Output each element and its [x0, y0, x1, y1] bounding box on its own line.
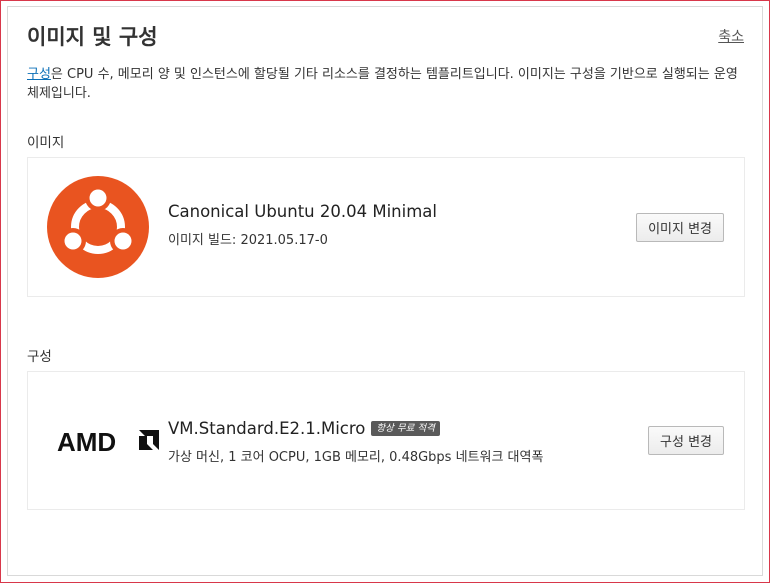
shape-name-row: VM.Standard.E2.1.Micro 항상 무료 적격: [168, 419, 440, 438]
change-image-button[interactable]: 이미지 변경: [636, 213, 724, 242]
panel-title: 이미지 및 구성: [27, 25, 158, 49]
shape-section-label: 구성: [27, 349, 52, 365]
ubuntu-logo-icon: [47, 176, 149, 278]
always-free-badge: 항상 무료 적격: [371, 421, 440, 436]
description-text: 은 CPU 수, 메모리 양 및 인스턴스에 할당될 기타 리소스를 결정하는 …: [27, 67, 738, 101]
amd-logo-icon: AMD: [57, 428, 159, 454]
amd-logo-text: AMD: [57, 428, 116, 454]
image-name: Canonical Ubuntu 20.04 Minimal: [168, 202, 437, 221]
image-and-shape-panel: 이미지 및 구성 축소 구성은 CPU 수, 메모리 양 및 인스턴스에 할당될…: [7, 6, 763, 576]
collapse-link[interactable]: 축소: [718, 26, 744, 46]
image-section-label: 이미지: [27, 135, 65, 151]
change-shape-button[interactable]: 구성 변경: [648, 426, 724, 455]
image-card: Canonical Ubuntu 20.04 Minimal 이미지 빌드: 2…: [27, 157, 745, 297]
shape-card: AMD VM.Standard.E2.1.Micro 항상 무료 적격 가상 머신…: [27, 371, 745, 510]
panel-description: 구성은 CPU 수, 메모리 양 및 인스턴스에 할당될 기타 리소스를 결정하…: [27, 65, 747, 103]
shape-link[interactable]: 구성: [27, 67, 51, 82]
shape-name: VM.Standard.E2.1.Micro: [168, 419, 366, 438]
shape-specs: 가상 머신, 1 코어 OCPU, 1GB 메모리, 0.48Gbps 네트워크…: [168, 450, 544, 465]
image-build: 이미지 빌드: 2021.05.17-0: [168, 233, 328, 248]
